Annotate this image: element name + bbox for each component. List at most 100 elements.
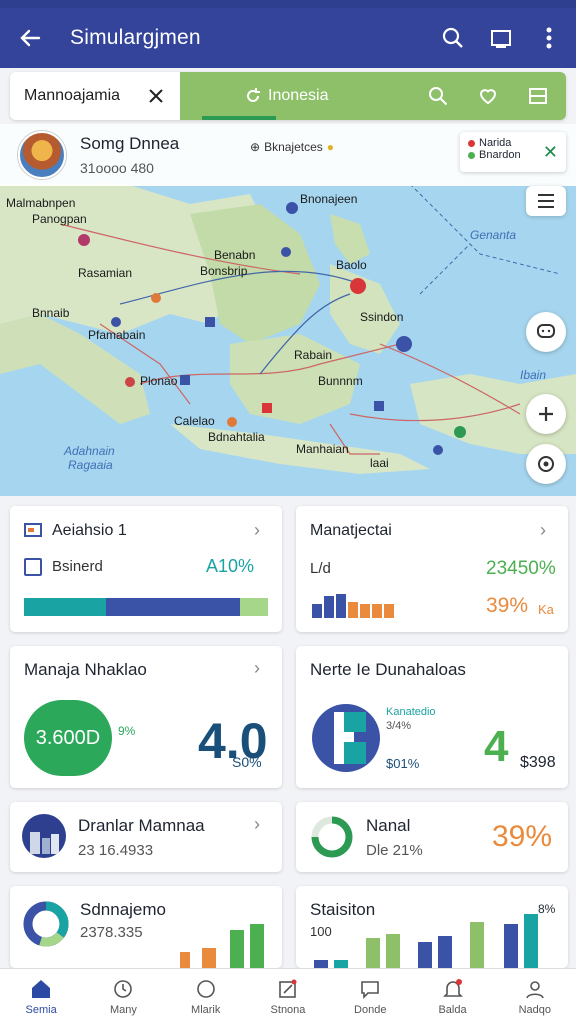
map-label: Ragaaia	[68, 458, 113, 472]
map-label: Adahnain	[64, 444, 115, 458]
bar	[324, 596, 334, 618]
my-location-button[interactable]	[526, 444, 566, 484]
window-icon	[491, 30, 511, 48]
app-bar: Simulargjmen	[0, 8, 576, 68]
layout-button[interactable]	[526, 84, 550, 108]
nav-label: Nadqo	[518, 1003, 552, 1016]
chat-bubble-icon	[361, 980, 380, 999]
search-button[interactable]	[440, 25, 466, 51]
legend-card[interactable]: Narida Bnardon ✕	[460, 132, 566, 172]
mini-bar-chart	[180, 924, 264, 968]
nav-item-semia[interactable]: Semia	[0, 969, 82, 1024]
card-sub: Dle 21%	[366, 842, 423, 859]
location-avatar	[18, 131, 66, 179]
bar	[314, 960, 328, 968]
map-label: Baolo	[336, 258, 367, 272]
target-icon	[538, 456, 554, 472]
chat-button[interactable]	[526, 312, 566, 352]
donut-chart	[23, 901, 69, 947]
pin-icon: ⊕	[250, 140, 261, 154]
location-tag[interactable]: ⊕ Bknajetces ●	[250, 140, 334, 154]
bar	[360, 604, 370, 618]
nav-label: Semia	[25, 1003, 57, 1016]
location-tag-label: Bknajetces	[264, 140, 323, 154]
nav-item-nadqo[interactable]: Nadqo	[494, 969, 576, 1024]
circle-value: 3.600D	[35, 726, 101, 749]
chat-icon	[537, 324, 555, 338]
circle-icon	[196, 979, 215, 998]
bar	[312, 604, 322, 618]
card-value: 39%	[492, 820, 553, 853]
card-sub: 2378.335	[80, 924, 143, 941]
layout-icon	[529, 88, 547, 104]
chevron-right-icon: ›	[254, 658, 260, 678]
map-menu-button[interactable]	[526, 186, 566, 216]
active-tab-indicator	[202, 116, 276, 120]
more-menu-button[interactable]	[536, 25, 562, 51]
card-title: Dranlar Mamnaa	[78, 816, 205, 835]
nav-item-many[interactable]: Many	[82, 969, 164, 1024]
stat-card-aeiahsio[interactable]: Aeiahsio 1 › Bsinerd A10%	[10, 506, 282, 632]
tab-inonesia[interactable]: Inonesia	[180, 72, 566, 120]
nav-label: Balda	[438, 1003, 467, 1016]
close-icon	[149, 89, 163, 103]
nav-item-balda[interactable]: Balda	[411, 969, 493, 1024]
stat-card-manatjectai[interactable]: Manatjectai › L/d 23450% 39% Ka	[296, 506, 568, 632]
heart-icon	[479, 89, 497, 105]
red-dot-icon	[468, 139, 475, 147]
stat-card-nerte[interactable]: Nerte Ie Dunahaloas Kanatedio 3/4% $01% …	[296, 646, 568, 788]
checkbox[interactable]	[24, 558, 42, 576]
bar	[470, 922, 484, 968]
map-label: Malmabnpen	[6, 196, 76, 210]
bar	[366, 938, 380, 968]
coin-icon: ●	[326, 140, 335, 154]
map-label: Pfamabain	[88, 328, 146, 342]
zoom-in-button[interactable]	[526, 394, 566, 434]
stat-card-sdnnajemo[interactable]: Sdnnajemo 2378.335	[10, 886, 282, 968]
location-header[interactable]: Somg Dnnea 31oooo 480 ⊕ Bknajetces ● Nar…	[0, 124, 576, 186]
map-label: Bunnnm	[318, 374, 363, 388]
tab-bar: Mannoajamia Inonesia	[10, 72, 566, 120]
bar	[418, 942, 432, 968]
map-label: Ibain	[520, 368, 547, 382]
progress-segment	[24, 598, 106, 616]
favorite-button[interactable]	[476, 84, 500, 108]
status-bar	[0, 0, 576, 8]
card-small-value: S0%	[232, 754, 262, 770]
map-label: Bonsbrip	[200, 264, 248, 278]
map-label: Bnonajeen	[300, 192, 358, 206]
nav-item-mlarik[interactable]: Mlarik	[165, 969, 247, 1024]
close-tab-button[interactable]	[146, 86, 166, 106]
close-legend-button[interactable]: ✕	[543, 137, 558, 167]
window-button[interactable]	[488, 25, 514, 51]
stat-card-nanal[interactable]: Nanal Dle 21% 39%	[296, 802, 568, 872]
nav-label: Mlarik	[191, 1003, 221, 1016]
bar	[524, 914, 538, 968]
tab-search-button[interactable]	[426, 84, 450, 108]
bell-icon	[442, 978, 463, 997]
nav-item-donde[interactable]: Donde	[329, 969, 411, 1024]
chevron-right-icon: ›	[540, 520, 546, 540]
nav-label: Many	[109, 1003, 137, 1016]
card-label: 3/4%	[386, 720, 412, 732]
location-name: Somg Dnnea	[80, 134, 180, 153]
stat-card-dranlar[interactable]: Dranlar Mamnaa 23 16.4933 ›	[10, 802, 282, 872]
plus-icon	[539, 407, 553, 421]
stat-card-manaja[interactable]: Manaja Nhaklao › 3.600D 9% 4.0 S0%	[10, 646, 282, 788]
map-view[interactable]: Somg Dnnea 31oooo 480 ⊕ Bknajetces ● Nar…	[0, 124, 576, 496]
tab-label: Inonesia	[268, 87, 329, 104]
menu-icon	[538, 194, 554, 208]
back-button[interactable]	[14, 22, 46, 54]
bar	[334, 960, 348, 968]
tab-mannoajamia[interactable]: Mannoajamia	[10, 72, 180, 120]
map-label: Rasamian	[78, 266, 133, 280]
bar	[230, 930, 244, 968]
progress-segment	[106, 598, 240, 616]
map-label: Rabain	[294, 348, 333, 362]
bar	[504, 924, 518, 968]
stat-card-staisiton[interactable]: Staisiton 8% 100	[296, 886, 568, 968]
nav-item-stnona[interactable]: Stnona	[247, 969, 329, 1024]
map-label: Ssindon	[360, 310, 404, 324]
bar	[372, 604, 382, 618]
bar	[336, 594, 346, 618]
